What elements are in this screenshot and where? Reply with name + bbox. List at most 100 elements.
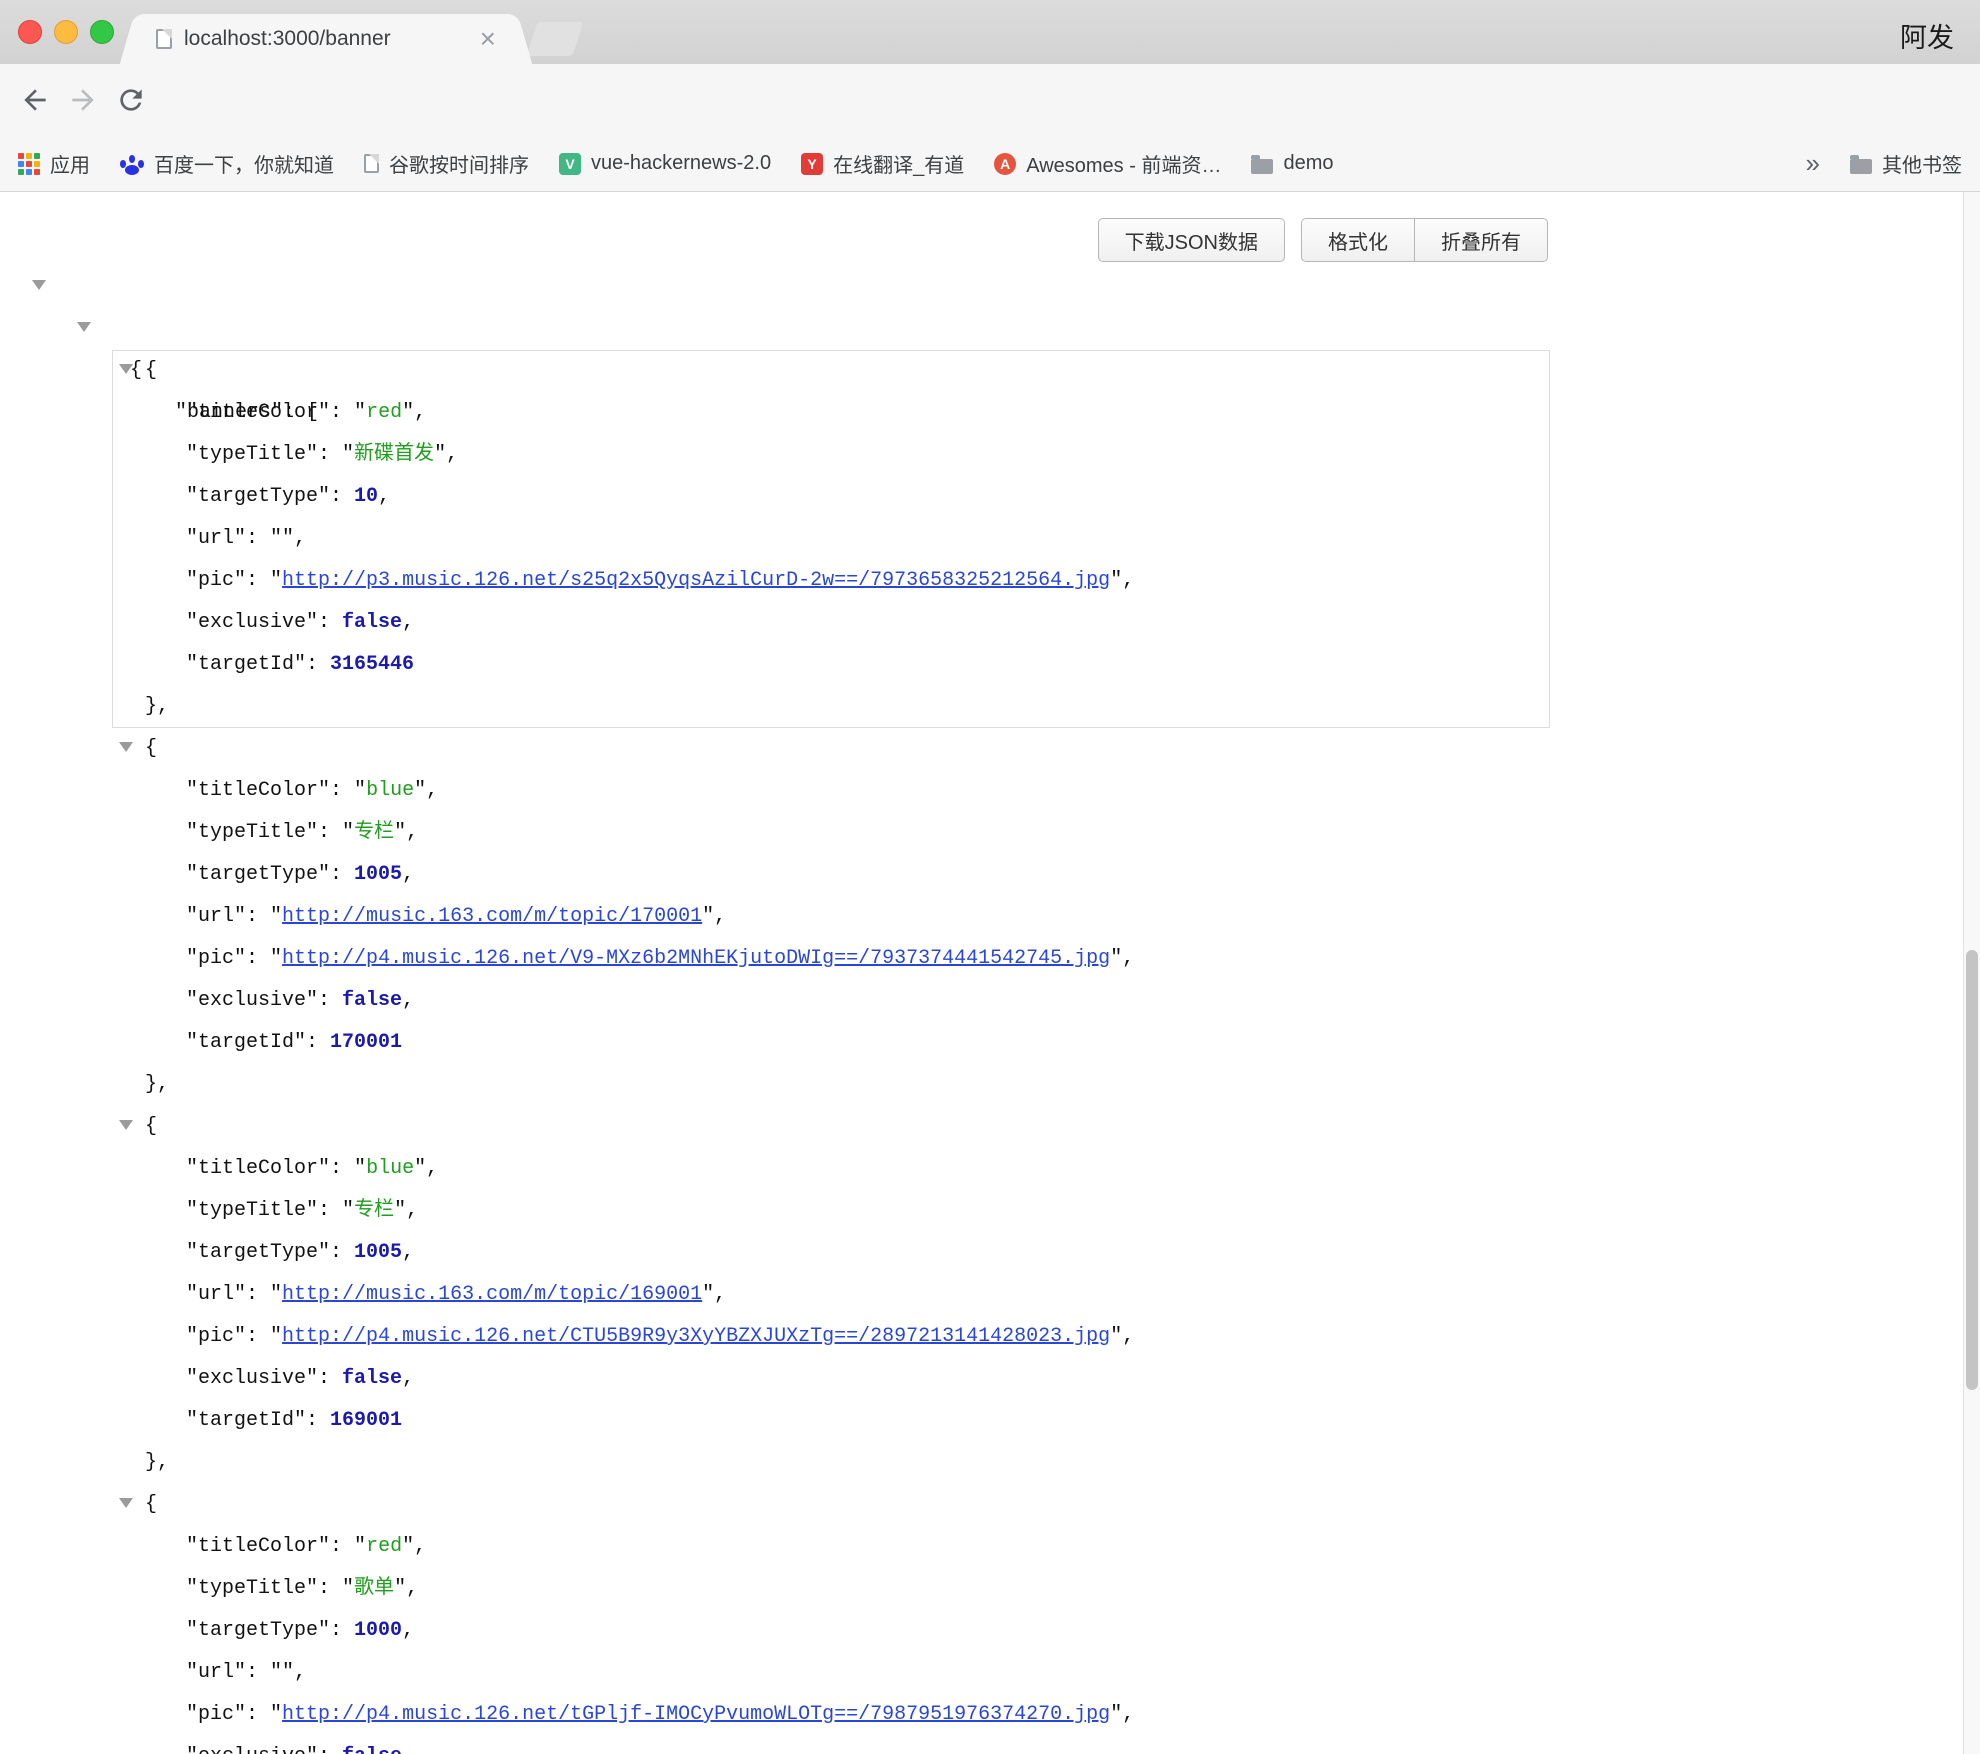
json-property-line-titleColor: "titleColor": "blue", xyxy=(0,770,1552,812)
json-property-line-typeTitle: "typeTitle": "专栏", xyxy=(0,812,1552,854)
window-zoom-button[interactable] xyxy=(90,20,114,44)
json-object-close-line: }, xyxy=(0,686,1552,728)
json-link-value[interactable]: http://music.163.com/m/topic/170001 xyxy=(282,905,702,928)
json-punctuation: , xyxy=(294,1661,306,1684)
json-tree: { "banners": [ { "titleColor": "red", "typ… xyxy=(0,266,1552,1754)
json-punctuation: " xyxy=(414,779,426,802)
back-button[interactable] xyxy=(14,80,56,120)
json-punctuation: " xyxy=(702,1283,714,1306)
json-punctuation: " xyxy=(402,401,414,424)
json-key: "titleColor" xyxy=(186,1535,330,1558)
json-key: "titleColor" xyxy=(186,401,330,424)
json-property-line-pic: "pic": "http://p3.music.126.net/s25q2x5Q… xyxy=(0,560,1552,602)
json-punctuation: { xyxy=(145,1115,157,1138)
json-punctuation: " xyxy=(342,443,354,466)
bookmark-vue-hackernews[interactable]: V vue-hackernews-2.0 xyxy=(559,152,771,175)
window-minimize-button[interactable] xyxy=(54,20,78,44)
json-link-value[interactable]: http://p3.music.126.net/s25q2x5QyqsAzilC… xyxy=(282,569,1110,592)
json-key: "titleColor" xyxy=(186,1157,330,1180)
json-punctuation: , xyxy=(1122,569,1134,592)
json-property-line-typeTitle: "typeTitle": "歌单", xyxy=(0,1568,1552,1610)
json-banner-object-4: {"titleColor": "red","typeTitle": "歌单","… xyxy=(0,1484,1552,1754)
collapse-toggle-icon[interactable] xyxy=(77,322,91,332)
format-button[interactable]: 格式化 xyxy=(1301,218,1414,262)
json-punctuation: " xyxy=(342,1199,354,1222)
json-number-value: 169001 xyxy=(330,1409,402,1432)
json-punctuation: , xyxy=(406,1199,418,1222)
json-key: "pic" xyxy=(186,1325,246,1348)
json-object-open-line: { xyxy=(0,1484,1552,1526)
json-punctuation: " xyxy=(270,1325,282,1348)
collapse-toggle-icon[interactable] xyxy=(119,364,133,374)
json-key: "url" xyxy=(186,527,246,550)
new-tab-button[interactable] xyxy=(526,22,583,56)
json-key: "targetId" xyxy=(186,653,306,676)
json-boolean-value: false xyxy=(342,1367,402,1390)
json-link-value[interactable]: http://music.163.com/m/topic/169001 xyxy=(282,1283,702,1306)
json-punctuation: : xyxy=(330,863,354,886)
back-arrow-icon xyxy=(19,84,51,116)
json-property-line-url: "url": "", xyxy=(0,518,1552,560)
collapse-toggle-icon[interactable] xyxy=(32,280,46,290)
reload-button[interactable] xyxy=(110,80,152,120)
json-punctuation: , xyxy=(402,1241,414,1264)
json-property-line-targetId: "targetId": 169001 xyxy=(0,1400,1552,1442)
bookmark-google-sort[interactable]: 谷歌按时间排序 xyxy=(364,149,529,178)
json-punctuation: : xyxy=(318,1577,342,1600)
scrollbar-thumb[interactable] xyxy=(1966,950,1978,1390)
download-json-button[interactable]: 下载JSON数据 xyxy=(1098,218,1285,262)
bookmark-apps[interactable]: 应用 xyxy=(18,149,90,178)
json-punctuation: , xyxy=(414,1535,426,1558)
bookmark-baidu[interactable]: 百度一下，你就知道 xyxy=(120,149,334,178)
browser-tab[interactable]: localhost:3000/banner × xyxy=(140,14,512,64)
collapse-toggle-icon[interactable] xyxy=(119,1120,133,1130)
json-punctuation: " xyxy=(354,401,366,424)
collapse-toggle-icon[interactable] xyxy=(119,742,133,752)
json-key: "typeTitle" xyxy=(186,1577,318,1600)
json-punctuation: , xyxy=(402,1745,414,1754)
json-punctuation: " xyxy=(402,1535,414,1558)
json-boolean-value: false xyxy=(342,611,402,634)
json-property-line-pic: "pic": "http://p4.music.126.net/CTU5B9R9… xyxy=(0,1316,1552,1358)
window-close-button[interactable] xyxy=(18,20,42,44)
json-punctuation: }, xyxy=(145,1073,169,1096)
bookmark-folder-demo[interactable]: demo xyxy=(1251,152,1333,175)
forward-button[interactable] xyxy=(62,80,104,120)
other-bookmarks[interactable]: 其他书签 xyxy=(1850,149,1962,178)
youdao-icon: Y xyxy=(801,153,823,175)
awesomes-icon: A xyxy=(994,153,1016,175)
json-link-value[interactable]: http://p4.music.126.net/CTU5B9R9y3XyYBZX… xyxy=(282,1325,1110,1348)
json-punctuation: " xyxy=(270,947,282,970)
json-punctuation: , xyxy=(402,1367,414,1390)
json-punctuation: " xyxy=(342,1577,354,1600)
json-number-value: 1000 xyxy=(354,1619,402,1642)
json-banner-object-1: {"titleColor": "red","typeTitle": "新碟首发"… xyxy=(0,350,1552,728)
collapse-toggle-icon[interactable] xyxy=(119,1498,133,1508)
json-key: "titleColor" xyxy=(186,779,330,802)
json-punctuation: , xyxy=(426,1157,438,1180)
bookmark-awesomes[interactable]: A Awesomes - 前端资… xyxy=(994,149,1221,178)
profile-name[interactable]: 阿发 xyxy=(1900,16,1954,55)
json-punctuation: : xyxy=(318,1745,342,1754)
json-punctuation: " xyxy=(394,1577,406,1600)
json-link-value[interactable]: http://p4.music.126.net/tGPljf-IMOCyPvum… xyxy=(282,1703,1110,1726)
json-link-value[interactable]: http://p4.music.126.net/V9-MXz6b2MNhEKju… xyxy=(282,947,1110,970)
json-property-line-pic: "pic": "http://p4.music.126.net/V9-MXz6b… xyxy=(0,938,1552,980)
bookmark-youdao[interactable]: Y 在线翻译_有道 xyxy=(801,149,964,178)
page-favicon-icon xyxy=(156,29,172,49)
json-punctuation: " xyxy=(282,527,294,550)
json-property-line-targetId: "targetId": 170001 xyxy=(0,1022,1552,1064)
json-property-line-exclusive: "exclusive": false, xyxy=(0,1358,1552,1400)
json-punctuation: " xyxy=(270,1283,282,1306)
json-property-line-titleColor: "titleColor": "red", xyxy=(0,392,1552,434)
bookmarks-overflow-icon[interactable]: » xyxy=(1806,148,1820,179)
collapse-all-button[interactable]: 折叠所有 xyxy=(1414,218,1548,262)
json-banners-open-line: "banners": [ xyxy=(0,308,1552,350)
json-punctuation: , xyxy=(714,905,726,928)
json-punctuation: : xyxy=(306,653,330,676)
json-number-value: 1005 xyxy=(354,1241,402,1264)
page-content: 下载JSON数据 格式化 折叠所有 { "banners": [ { "title… xyxy=(0,192,1963,1754)
json-punctuation: " xyxy=(354,779,366,802)
tab-close-icon[interactable]: × xyxy=(480,25,496,53)
json-punctuation: " xyxy=(394,821,406,844)
